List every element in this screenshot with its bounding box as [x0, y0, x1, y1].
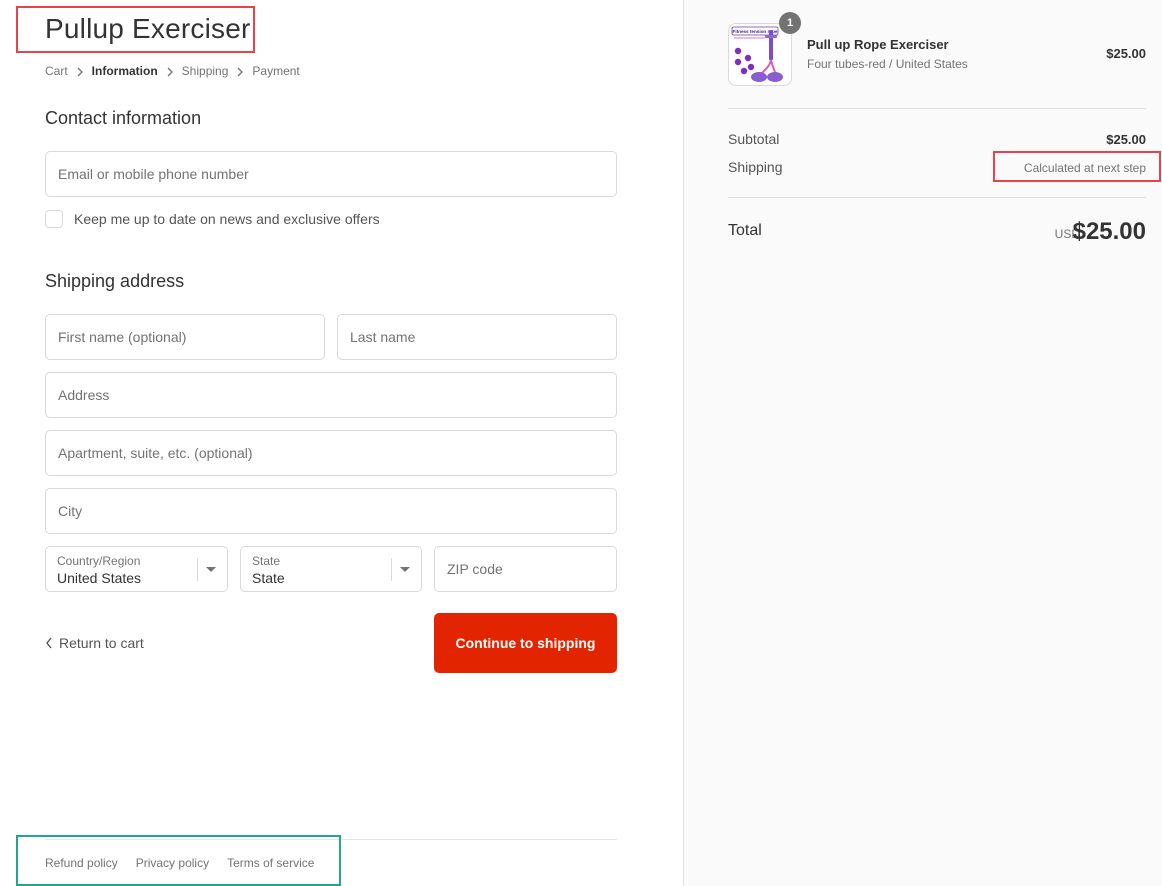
annotation-highlight-title: [16, 6, 255, 53]
chevron-right-icon: [68, 64, 92, 78]
chevron-left-icon: [46, 637, 52, 649]
breadcrumb-cart[interactable]: Cart: [45, 64, 68, 78]
select-divider: [197, 558, 198, 581]
state-label: State: [252, 554, 281, 568]
zip-wrapper: [434, 546, 617, 592]
product-name: Pull up Rope Exerciser: [807, 37, 949, 52]
shipping-label: Shipping: [728, 159, 783, 175]
city-field[interactable]: [46, 489, 616, 533]
email-field[interactable]: [46, 152, 616, 196]
chevron-down-icon: [400, 567, 410, 572]
continue-to-shipping-button[interactable]: Continue to shipping: [434, 613, 617, 673]
total-label: Total: [728, 222, 762, 239]
country-value: United States: [57, 570, 142, 586]
annotation-highlight-footer: [16, 835, 341, 886]
checkout-main-panel: Pullup Exerciser Cart Information Shippi…: [0, 0, 683, 886]
chevron-right-icon: [158, 64, 182, 78]
order-summary-sidebar: Fitness tension rope 1 Pull up Rope Exer…: [683, 0, 1162, 886]
city-wrapper: [45, 488, 617, 534]
shipping-address-heading: Shipping address: [45, 271, 185, 291]
newsletter-option[interactable]: Keep me up to date on news and exclusive…: [45, 210, 380, 228]
product-price: $25.00: [1106, 46, 1146, 61]
last-name-wrapper: [337, 314, 617, 360]
subtotal-value: $25.00: [1106, 132, 1146, 147]
summary-divider: [728, 108, 1146, 109]
first-name-wrapper: [45, 314, 325, 360]
return-to-cart-label: Return to cart: [59, 635, 144, 651]
total-value: $25.00: [1072, 218, 1146, 245]
state-value: State: [252, 570, 285, 586]
newsletter-checkbox[interactable]: [45, 210, 63, 228]
email-field-wrapper: [45, 151, 617, 197]
first-name-field[interactable]: [46, 315, 324, 359]
address-wrapper: [45, 372, 617, 418]
breadcrumb-shipping: Shipping: [181, 64, 229, 78]
apartment-wrapper: [45, 430, 617, 476]
state-select[interactable]: State State: [240, 546, 422, 592]
country-label: Country/Region: [57, 554, 141, 568]
contact-heading: Contact information: [45, 108, 202, 128]
zip-code-field[interactable]: [435, 547, 616, 591]
product-thumbnail: Fitness tension rope: [728, 23, 792, 86]
subtotal-label: Subtotal: [728, 131, 780, 147]
last-name-field[interactable]: [338, 315, 616, 359]
address-field[interactable]: [46, 373, 616, 417]
select-divider: [391, 558, 392, 581]
chevron-right-icon: [228, 64, 252, 78]
breadcrumb-payment: Payment: [252, 64, 300, 78]
apartment-field[interactable]: [46, 431, 616, 475]
annotation-highlight-shipping: [993, 151, 1161, 182]
breadcrumb-information: Information: [91, 64, 158, 78]
product-variant: Four tubes-red / United States: [807, 57, 968, 71]
chevron-down-icon: [206, 567, 216, 572]
country-select[interactable]: Country/Region United States: [45, 546, 228, 592]
summary-divider: [728, 197, 1146, 198]
newsletter-label: Keep me up to date on news and exclusive…: [74, 211, 380, 227]
return-to-cart-link[interactable]: Return to cart: [45, 635, 144, 651]
product-image: Fitness tension rope: [731, 26, 783, 82]
quantity-badge: 1: [779, 12, 801, 34]
breadcrumb: Cart Information Shipping Payment: [45, 62, 300, 80]
